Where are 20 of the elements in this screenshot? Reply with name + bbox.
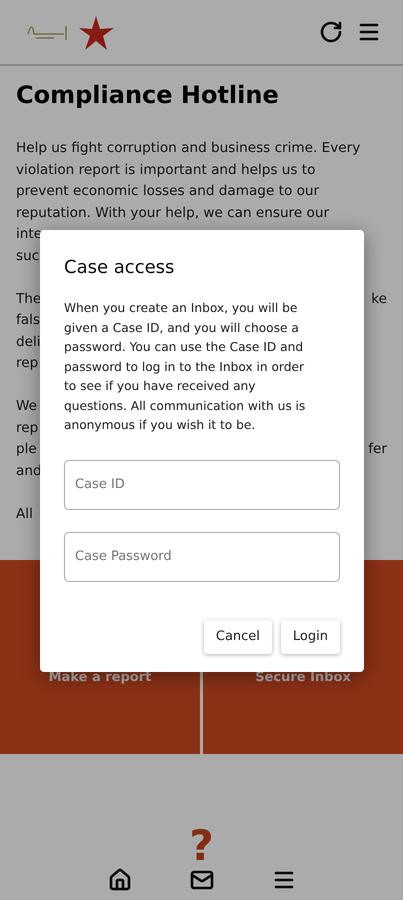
body-text: violation report is important and helps us to bbox=[16, 160, 316, 180]
body-text: rep bbox=[16, 354, 38, 373]
page-title: Compliance Hotline bbox=[16, 80, 280, 111]
dialog-title: Case access bbox=[64, 256, 176, 280]
help-mark: ? bbox=[189, 826, 214, 866]
body-text: deli bbox=[16, 332, 41, 352]
dialog-text: When you create an Inbox, you will be given a Case ID, and you will choose a password. You can use the Case ID and password to log in to the Inbox in order to see if you have received any questions. All communication with us is anonymous if you wish it to be. bbox=[64, 300, 306, 434]
body-text: ke bbox=[371, 290, 387, 308]
body-text: fals bbox=[16, 311, 40, 330]
body-text: suc bbox=[16, 246, 40, 266]
body-text: ple bbox=[16, 440, 37, 459]
body-text: prevent economic losses and damage to our bbox=[16, 182, 320, 201]
body-text: reputation. With your help, we can ensure our bbox=[16, 204, 330, 222]
body-text: rep bbox=[16, 418, 38, 438]
body-text: Help us fight corruption and business crime. Every bbox=[16, 139, 360, 158]
body-text: We bbox=[16, 397, 38, 416]
body-text: All bbox=[16, 504, 33, 524]
body-text: The bbox=[16, 290, 42, 308]
body-text: fer bbox=[368, 440, 387, 459]
body-text: inte bbox=[16, 225, 42, 244]
